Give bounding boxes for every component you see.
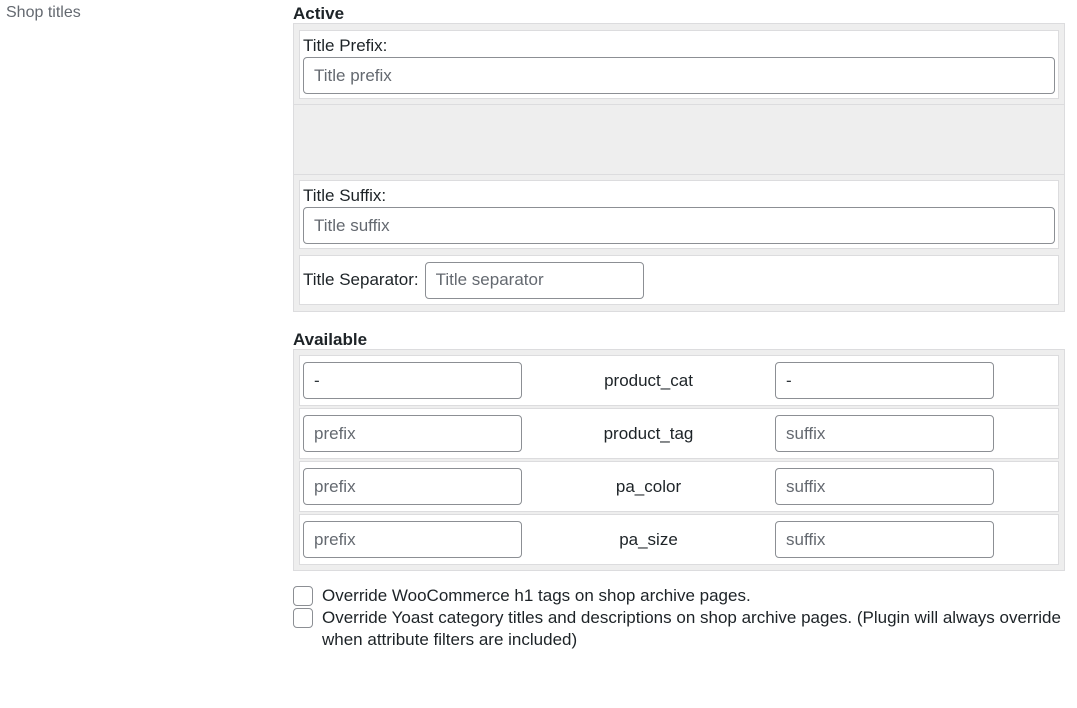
suffix-input[interactable]	[775, 468, 994, 505]
title-suffix-label: Title Suffix:	[303, 186, 387, 205]
shop-titles-label: Shop titles	[6, 4, 81, 21]
active-sortable-box: Title Prefix: Title Suffix: Title Separa…	[293, 23, 1065, 312]
suffix-input[interactable]	[775, 415, 994, 452]
available-heading: Available	[293, 330, 368, 349]
override-woocommerce-h1-label[interactable]: Override WooCommerce h1 tags on shop arc…	[322, 585, 1065, 607]
override-woocommerce-h1-option[interactable]: Override WooCommerce h1 tags on shop arc…	[293, 585, 1065, 607]
sortable-drop-zone	[294, 104, 1064, 175]
title-separator-card[interactable]: Title Separator:	[299, 255, 1059, 305]
title-separator-label: Title Separator:	[303, 270, 419, 289]
prefix-input[interactable]	[303, 468, 522, 505]
taxonomy-row-product-cat[interactable]: product_cat	[299, 355, 1059, 406]
taxonomy-name: pa_size	[619, 529, 678, 549]
prefix-input[interactable]	[303, 521, 522, 558]
prefix-input[interactable]	[303, 415, 522, 452]
shop-titles-settings: Active Title Prefix: Title Suffix: Title…	[293, 0, 1065, 651]
active-heading: Active	[293, 4, 345, 23]
suffix-input[interactable]	[775, 521, 994, 558]
override-yoast-option[interactable]: Override Yoast category titles and descr…	[293, 607, 1065, 651]
taxonomy-row-pa-color[interactable]: pa_color	[299, 461, 1059, 512]
override-options: Override WooCommerce h1 tags on shop arc…	[293, 585, 1065, 651]
taxonomy-name: product_cat	[604, 370, 693, 390]
taxonomy-row-product-tag[interactable]: product_tag	[299, 408, 1059, 459]
taxonomy-name: product_tag	[603, 423, 694, 443]
taxonomy-row-pa-size[interactable]: pa_size	[299, 514, 1059, 565]
title-separator-input[interactable]	[424, 261, 644, 299]
title-prefix-input[interactable]	[303, 57, 1055, 94]
title-prefix-label: Title Prefix:	[303, 36, 388, 55]
title-suffix-input[interactable]	[303, 207, 1055, 244]
suffix-input[interactable]	[775, 362, 994, 399]
title-suffix-card[interactable]: Title Suffix:	[299, 180, 1059, 249]
taxonomy-name: pa_color	[615, 476, 682, 496]
prefix-input[interactable]	[303, 362, 522, 399]
title-prefix-card[interactable]: Title Prefix:	[299, 30, 1059, 99]
override-woocommerce-h1-checkbox[interactable]	[293, 586, 313, 606]
available-sortable-box: product_cat product_tag pa_color pa_size	[293, 349, 1065, 571]
override-yoast-label[interactable]: Override Yoast category titles and descr…	[293, 607, 1065, 651]
